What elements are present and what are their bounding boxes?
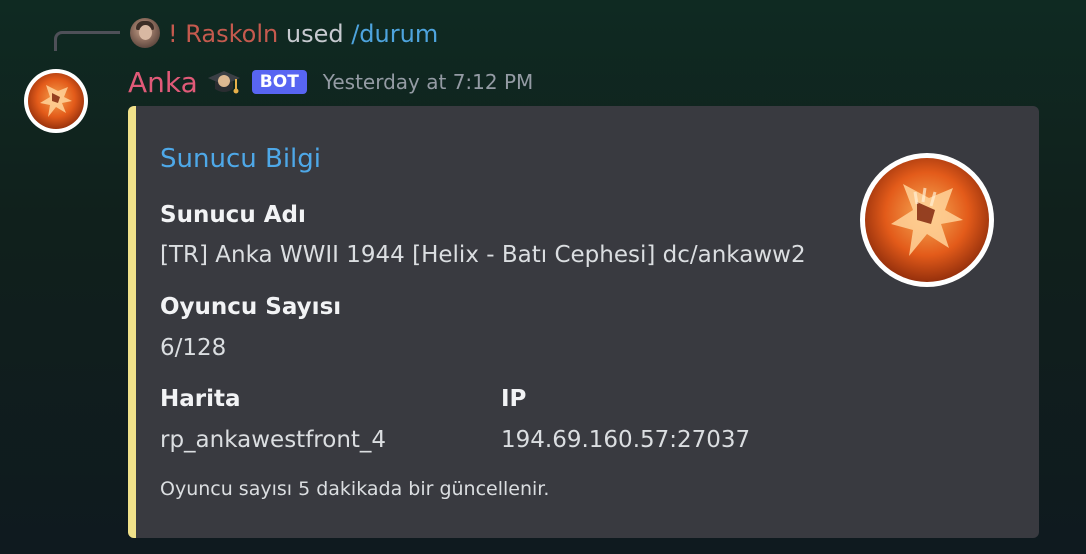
reply-context[interactable]: ! Raskoln used /durum <box>0 0 1086 60</box>
field-player-count-label: Oyuncu Sayısı <box>160 294 342 320</box>
embed-accent-bar <box>128 106 136 538</box>
reply-command[interactable]: /durum <box>351 20 438 48</box>
avatar-face <box>139 25 152 40</box>
author-name[interactable]: Anka <box>128 66 198 99</box>
reply-text: ! Raskoln used /durum <box>168 19 438 49</box>
graduation-cap-icon <box>206 64 242 100</box>
field-map-label: Harita <box>160 386 241 412</box>
embed-card: Sunucu Bilgi Sunucu Adı [TR] Anka WWII 1… <box>128 106 1039 538</box>
reply-user-avatar[interactable] <box>130 18 160 48</box>
field-player-count-value: 6/128 <box>160 335 227 361</box>
phoenix-logo-icon <box>28 73 84 129</box>
bot-avatar[interactable] <box>24 69 88 133</box>
embed-thumbnail[interactable] <box>860 153 994 287</box>
field-server-name-value: [TR] Anka WWII 1944 [Helix - Batı Cephes… <box>160 242 806 268</box>
embed-footer: Oyuncu sayısı 5 dakikada bir güncellenir… <box>160 478 550 500</box>
reply-used-label: used <box>285 20 344 48</box>
phoenix-logo-icon <box>865 158 989 282</box>
message-timestamp[interactable]: Yesterday at 7:12 PM <box>323 70 534 94</box>
field-ip-label: IP <box>501 386 527 412</box>
field-map-value: rp_ankawestfront_4 <box>160 427 387 453</box>
field-ip-value: 194.69.160.57:27037 <box>501 427 751 453</box>
reply-spine <box>54 31 120 51</box>
field-server-name-label: Sunucu Adı <box>160 202 306 228</box>
embed-title: Sunucu Bilgi <box>160 144 321 174</box>
bot-badge: BOT <box>251 70 307 94</box>
reply-username[interactable]: ! Raskoln <box>168 20 278 48</box>
message-header: Anka BOT Yesterday at 7:12 PM <box>128 60 533 104</box>
